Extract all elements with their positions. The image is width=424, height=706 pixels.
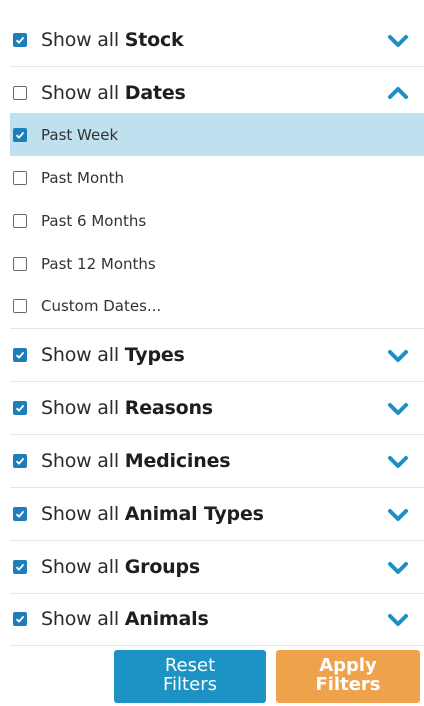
date-option-label: Past Month [41, 169, 125, 187]
section-animals[interactable]: Show all Animals [10, 593, 424, 646]
chevron-down-icon[interactable] [387, 33, 409, 49]
section-stock[interactable]: Show all Stock [10, 14, 424, 67]
checkbox-unchecked-icon[interactable] [13, 299, 27, 313]
checkbox-checked-icon[interactable] [13, 560, 27, 574]
section-medicines[interactable]: Show all Medicines [10, 435, 424, 488]
checkbox-unchecked-icon[interactable] [13, 86, 27, 100]
checkbox-unchecked-icon[interactable] [13, 171, 27, 185]
section-groups[interactable]: Show all Groups [10, 541, 424, 594]
checkbox-unchecked-icon[interactable] [13, 214, 27, 228]
checkbox-checked-icon[interactable] [13, 348, 27, 362]
checkbox-unchecked-icon[interactable] [13, 257, 27, 271]
chevron-down-icon[interactable] [387, 401, 409, 417]
chevron-down-icon[interactable] [387, 612, 409, 628]
section-animal-types-label: Show all Animal Types [41, 503, 264, 525]
apply-filters-button[interactable]: Apply Filters [276, 650, 420, 703]
date-option-past-12-months[interactable]: Past 12 Months [10, 242, 424, 285]
date-option-custom-dates[interactable]: Custom Dates... [10, 284, 424, 329]
apply-filters-label-line1: Apply [319, 655, 377, 676]
section-types[interactable]: Show all Types [10, 329, 424, 382]
date-option-label: Past 12 Months [41, 255, 156, 273]
section-animal-types[interactable]: Show all Animal Types [10, 488, 424, 541]
date-option-label: Custom Dates... [41, 297, 162, 315]
section-animals-label: Show all Animals [41, 608, 209, 630]
date-option-past-week[interactable]: Past Week [10, 113, 424, 156]
checkbox-checked-icon[interactable] [13, 33, 27, 47]
apply-filters-label-line2: Filters [315, 674, 381, 695]
checkbox-checked-icon[interactable] [13, 612, 27, 626]
date-option-label: Past 6 Months [41, 212, 147, 230]
date-option-label: Past Week [41, 126, 119, 144]
section-medicines-label: Show all Medicines [41, 450, 231, 472]
filter-panel: Show all Stock Show all Dates Past Week … [0, 0, 424, 706]
section-types-label: Show all Types [41, 344, 185, 366]
chevron-down-icon[interactable] [387, 507, 409, 523]
checkbox-checked-icon[interactable] [13, 128, 27, 142]
section-dates-label: Show all Dates [41, 82, 186, 104]
chevron-down-icon[interactable] [387, 454, 409, 470]
section-reasons-label: Show all Reasons [41, 397, 213, 419]
chevron-down-icon[interactable] [387, 348, 409, 364]
chevron-up-icon[interactable] [387, 85, 409, 101]
date-option-past-month[interactable]: Past Month [10, 156, 424, 199]
section-dates[interactable]: Show all Dates [10, 67, 424, 114]
reset-filters-label-line1: Reset [164, 655, 216, 676]
checkbox-checked-icon[interactable] [13, 507, 27, 521]
section-stock-label: Show all Stock [41, 29, 184, 51]
section-reasons[interactable]: Show all Reasons [10, 382, 424, 435]
checkbox-checked-icon[interactable] [13, 454, 27, 468]
reset-filters-button[interactable]: Reset Filters [114, 650, 266, 703]
chevron-down-icon[interactable] [387, 560, 409, 576]
reset-filters-label-line2: Filters [163, 674, 217, 695]
date-option-past-6-months[interactable]: Past 6 Months [10, 199, 424, 242]
section-groups-label: Show all Groups [41, 556, 201, 578]
checkbox-checked-icon[interactable] [13, 401, 27, 415]
